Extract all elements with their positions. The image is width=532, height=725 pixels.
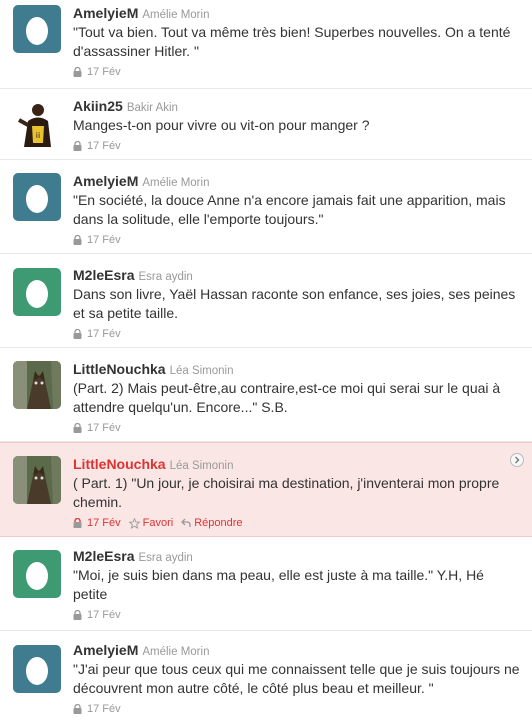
tweet[interactable]: LittleNouchka Léa Simonin (Part. 2) Mais …: [0, 348, 532, 442]
lock-icon: [73, 329, 82, 339]
tweet-text: "Moi, je suis bien dans ma peau, elle es…: [73, 567, 484, 602]
lock-icon: [73, 141, 82, 151]
chevron-right-icon: [515, 456, 520, 464]
tweet-text: "J'ai peur que tous ceux qui me connaiss…: [73, 661, 520, 696]
avatar[interactable]: [13, 550, 61, 598]
screen-name[interactable]: LittleNouchka: [73, 456, 166, 472]
full-name[interactable]: Bakir Akin: [127, 102, 178, 114]
full-name[interactable]: Esra aydin: [138, 552, 192, 564]
reply-label: Répondre: [194, 517, 243, 529]
tweet-date[interactable]: 17 Fév: [87, 138, 121, 154]
lock-icon: [73, 67, 82, 77]
lock-icon: [73, 518, 82, 528]
tweet[interactable]: ii Akiin25 Bakir Akin Manges-t-on pour vi…: [0, 89, 532, 160]
egg-avatar-icon: [13, 550, 61, 598]
screen-name[interactable]: AmelyieM: [73, 173, 138, 189]
basketball-player-photo: ii: [13, 99, 61, 147]
tweet-text: ( Part. 1) "Un jour, je choisirai ma des…: [73, 475, 500, 510]
avatar[interactable]: [13, 173, 61, 221]
tweet-text: "En société, la douce Anne n'a encore ja…: [73, 192, 506, 227]
tweet[interactable]: AmelyieM Amélie Morin "En société, la dou…: [0, 160, 532, 254]
egg-avatar-icon: [13, 5, 61, 53]
tweet[interactable]: M2leEsra Esra aydin Dans son livre, Yaël …: [0, 254, 532, 348]
lock-icon: [73, 610, 82, 620]
full-name[interactable]: Amélie Morin: [142, 177, 209, 189]
cat-photo: [13, 456, 61, 504]
tweet[interactable]: AmelyieM Amélie Morin "J'ai peur que tous…: [0, 631, 532, 725]
full-name[interactable]: Léa Simonin: [170, 460, 234, 472]
screen-name[interactable]: Akiin25: [73, 98, 123, 114]
tweet-text: Manges-t-on pour vivre ou vit-on pour ma…: [73, 117, 370, 133]
lock-icon: [73, 704, 82, 714]
screen-name[interactable]: AmelyieM: [73, 5, 138, 21]
favorite-label: Favori: [142, 517, 174, 529]
lock-icon: [73, 423, 82, 433]
tweet-text: "Tout va bien. Tout va même très bien! S…: [73, 24, 511, 59]
cat-photo: [13, 361, 61, 409]
avatar[interactable]: ii: [13, 99, 61, 147]
avatar[interactable]: [13, 5, 61, 53]
full-name[interactable]: Amélie Morin: [142, 9, 209, 21]
full-name[interactable]: Amélie Morin: [142, 646, 209, 658]
reply-button[interactable]: Répondre: [181, 515, 243, 531]
tweet-feed: AmelyieM Amélie Morin "Tout va bien. Tout…: [0, 0, 532, 725]
screen-name[interactable]: M2leEsra: [73, 548, 134, 564]
screen-name[interactable]: AmelyieM: [73, 642, 138, 658]
tweet[interactable]: M2leEsra Esra aydin "Moi, je suis bien da…: [0, 537, 532, 631]
lock-icon: [73, 235, 82, 245]
avatar[interactable]: [13, 268, 61, 316]
tweet-text: (Part. 2) Mais peut-être,au contraire,es…: [73, 380, 501, 415]
tweet-date[interactable]: 17 Fév: [87, 701, 121, 717]
avatar[interactable]: [13, 361, 61, 409]
tweet-hovered[interactable]: LittleNouchka Léa Simonin ( Part. 1) "Un …: [0, 442, 532, 537]
tweet-date[interactable]: 17 Fév: [87, 232, 121, 248]
full-name[interactable]: Léa Simonin: [170, 365, 234, 377]
tweet-date[interactable]: 17 Fév: [87, 515, 121, 531]
expand-tweet-button[interactable]: [510, 453, 524, 467]
star-icon: [128, 517, 140, 529]
screen-name[interactable]: M2leEsra: [73, 267, 134, 283]
avatar[interactable]: [13, 645, 61, 693]
tweet-date[interactable]: 17 Fév: [87, 607, 121, 623]
egg-avatar-icon: [13, 268, 61, 316]
egg-avatar-icon: [13, 173, 61, 221]
full-name[interactable]: Esra aydin: [138, 271, 192, 283]
egg-avatar-icon: [13, 645, 61, 693]
tweet-date[interactable]: 17 Fév: [87, 326, 121, 342]
favorite-button[interactable]: Favori: [128, 515, 174, 531]
tweet[interactable]: AmelyieM Amélie Morin "Tout va bien. Tout…: [0, 0, 532, 89]
svg-text:ii: ii: [36, 131, 40, 140]
screen-name[interactable]: LittleNouchka: [73, 361, 166, 377]
tweet-date[interactable]: 17 Fév: [87, 64, 121, 80]
avatar[interactable]: [13, 456, 61, 504]
tweet-date[interactable]: 17 Fév: [87, 420, 121, 436]
reply-arrow-icon: [181, 518, 191, 527]
tweet-text: Dans son livre, Yaël Hassan raconte son …: [73, 286, 516, 321]
